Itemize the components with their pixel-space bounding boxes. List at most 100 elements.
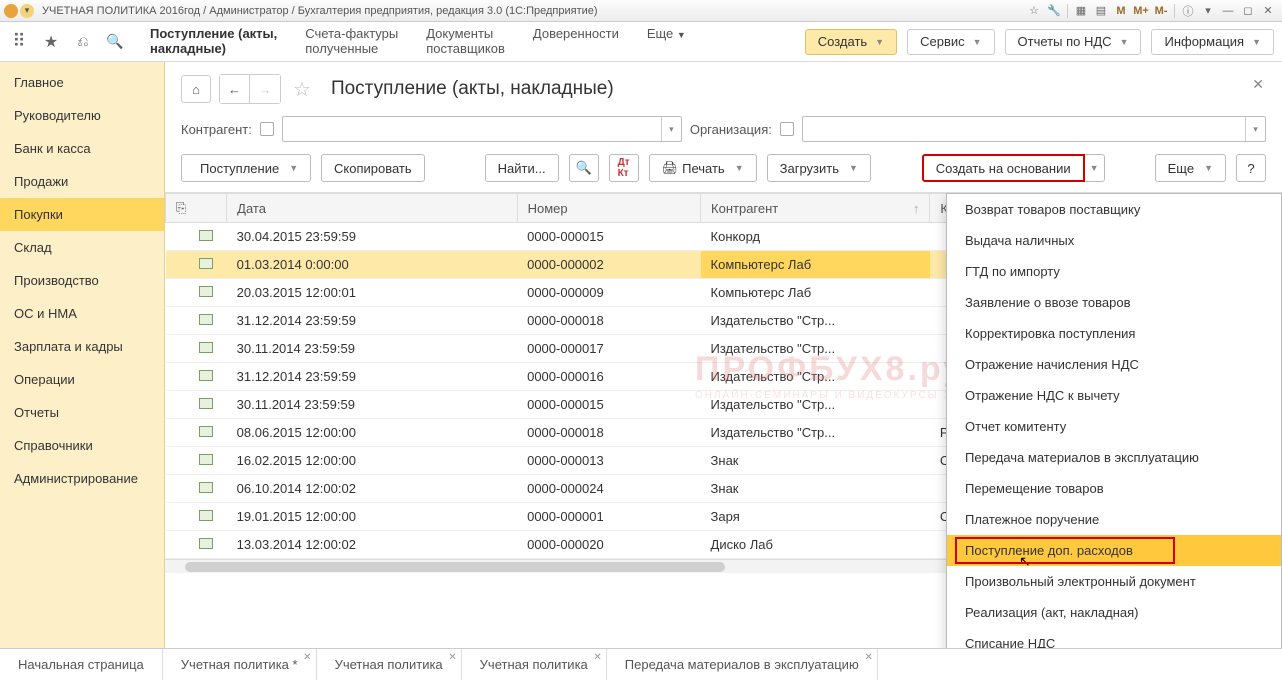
menu-item[interactable]: Платежное поручение: [947, 504, 1281, 535]
menu-item[interactable]: Выдача наличных: [947, 225, 1281, 256]
m-plus-button[interactable]: M+: [1133, 3, 1149, 19]
menu-item[interactable]: Отчет комитенту: [947, 411, 1281, 442]
menu-item[interactable]: Поступление доп. расходов↖: [947, 535, 1281, 566]
ribbon: ⠿ ★ ⎌ 🔍 Поступление (акты,накладные)Счет…: [0, 22, 1282, 62]
history-icon[interactable]: ⎌: [72, 31, 94, 53]
bottom-tab[interactable]: Учетная политика✕: [317, 649, 462, 680]
ribbon-tab[interactable]: Еще ▼: [633, 22, 700, 61]
column-header[interactable]: ⎘: [166, 194, 227, 223]
column-header[interactable]: Контрагент ↑: [701, 194, 930, 223]
load-button[interactable]: Загрузить▼: [767, 154, 871, 182]
nav-item[interactable]: Администрирование: [0, 462, 164, 495]
create-based-on-menu: Возврат товаров поставщикуВыдача наличны…: [946, 193, 1282, 648]
create-button[interactable]: Создать▼: [805, 29, 897, 55]
menu-item[interactable]: Произвольный электронный документ: [947, 566, 1281, 597]
receipt-button[interactable]: Поступление▼: [181, 154, 311, 182]
menu-item[interactable]: ГТД по импорту: [947, 256, 1281, 287]
menu-item[interactable]: Перемещение товаров: [947, 473, 1281, 504]
maximize-icon[interactable]: ◻: [1240, 3, 1256, 19]
close-icon[interactable]: ✕: [1260, 3, 1276, 19]
home-button[interactable]: ⌂: [181, 75, 211, 103]
window-title: УЧЕТНАЯ ПОЛИТИКА 2016год / Администратор…: [42, 5, 1024, 17]
ribbon-tab[interactable]: Счета-фактурыполученные: [291, 22, 412, 61]
calc-icon[interactable]: ▤: [1093, 3, 1109, 19]
panel-close-icon[interactable]: ✕: [1252, 76, 1264, 93]
column-header[interactable]: Дата: [227, 194, 517, 223]
bottom-tab[interactable]: Учетная политика *✕: [163, 649, 317, 680]
nav-item[interactable]: Справочники: [0, 429, 164, 462]
search-icon[interactable]: 🔍: [104, 31, 126, 53]
clear-filter-button[interactable]: 🔍: [569, 154, 599, 182]
menu-item[interactable]: Реализация (акт, накладная): [947, 597, 1281, 628]
forward-button: →: [250, 75, 280, 103]
create-based-on-caret[interactable]: ▼: [1085, 154, 1105, 182]
document-icon: [199, 538, 213, 549]
filter-contragent-checkbox[interactable]: [260, 122, 274, 136]
back-button[interactable]: ←: [220, 75, 250, 103]
menu-item[interactable]: Заявление о ввозе товаров: [947, 287, 1281, 318]
dt-kt-button[interactable]: ДтКт: [609, 154, 639, 182]
bottom-tab[interactable]: Передача материалов в эксплуатацию✕: [607, 649, 878, 680]
filter-contragent-combo[interactable]: ▾: [282, 116, 682, 142]
print-button[interactable]: 🖨 Печать▼: [649, 154, 757, 182]
menu-item[interactable]: Списание НДС: [947, 628, 1281, 648]
attachment-icon: ⎘: [176, 200, 186, 215]
find-button[interactable]: Найти...: [485, 154, 559, 182]
app-dropdown-icon[interactable]: ▾: [20, 4, 34, 18]
m-button[interactable]: M: [1113, 3, 1129, 19]
app-icon: [4, 4, 18, 18]
dropdown-icon[interactable]: ▾: [1200, 3, 1216, 19]
fav-icon[interactable]: ☆: [1026, 3, 1042, 19]
page-favorite-icon[interactable]: ☆: [293, 77, 311, 102]
column-header[interactable]: Номер: [517, 194, 700, 223]
document-icon: [199, 286, 213, 297]
nav-item[interactable]: Отчеты: [0, 396, 164, 429]
toolbar-icon[interactable]: 🔧: [1046, 3, 1062, 19]
tab-close-icon[interactable]: ✕: [303, 652, 311, 663]
calendar-icon[interactable]: ▦: [1073, 3, 1089, 19]
nav-item[interactable]: Зарплата и кадры: [0, 330, 164, 363]
information-button[interactable]: Информация▼: [1151, 29, 1274, 55]
vat-reports-button[interactable]: Отчеты по НДС▼: [1005, 29, 1142, 55]
document-icon: [199, 482, 213, 493]
info-icon[interactable]: ⓘ: [1180, 3, 1196, 19]
tab-close-icon[interactable]: ✕: [593, 652, 601, 663]
service-button[interactable]: Сервис▼: [907, 29, 994, 55]
nav-item[interactable]: Склад: [0, 231, 164, 264]
tab-close-icon[interactable]: ✕: [864, 652, 872, 663]
bottom-tab[interactable]: Учетная политика✕: [462, 649, 607, 680]
filter-org-checkbox[interactable]: [780, 122, 794, 136]
filter-org-label: Организация:: [690, 122, 772, 137]
copy-button[interactable]: Скопировать: [321, 154, 425, 182]
menu-item[interactable]: Корректировка поступления: [947, 318, 1281, 349]
menu-item[interactable]: Отражение начисления НДС: [947, 349, 1281, 380]
minimize-icon[interactable]: —: [1220, 3, 1236, 19]
create-based-on-button[interactable]: Создать на основании: [922, 154, 1085, 182]
bottom-tab[interactable]: Начальная страница: [0, 649, 163, 680]
m-minus-button[interactable]: M-: [1153, 3, 1169, 19]
main-panel: ✕ ⌂ ← → ☆ Поступление (акты, накладные) …: [165, 62, 1282, 648]
menu-item[interactable]: Возврат товаров поставщику: [947, 194, 1281, 225]
nav-item[interactable]: Продажи: [0, 165, 164, 198]
favorites-icon[interactable]: ★: [40, 31, 62, 53]
ribbon-tab[interactable]: Поступление (акты,накладные): [136, 22, 291, 61]
help-button[interactable]: ?: [1236, 154, 1266, 182]
nav-item[interactable]: Операции: [0, 363, 164, 396]
nav-item[interactable]: ОС и НМА: [0, 297, 164, 330]
document-icon: [199, 230, 213, 241]
nav-item[interactable]: Руководителю: [0, 99, 164, 132]
nav-item[interactable]: Банк и касса: [0, 132, 164, 165]
document-icon: [199, 342, 213, 353]
nav-item[interactable]: Покупки: [0, 198, 164, 231]
nav-item[interactable]: Производство: [0, 264, 164, 297]
ribbon-tab[interactable]: Доверенности: [519, 22, 633, 61]
filter-org-combo[interactable]: ▾: [802, 116, 1266, 142]
document-icon: [199, 454, 213, 465]
menu-item[interactable]: Передача материалов в эксплуатацию: [947, 442, 1281, 473]
apps-grid-icon[interactable]: ⠿: [8, 31, 30, 53]
ribbon-tab[interactable]: Документыпоставщиков: [412, 22, 519, 61]
nav-item[interactable]: Главное: [0, 66, 164, 99]
more-button[interactable]: Еще▼: [1155, 154, 1226, 182]
tab-close-icon[interactable]: ✕: [448, 652, 456, 663]
menu-item[interactable]: Отражение НДС к вычету: [947, 380, 1281, 411]
